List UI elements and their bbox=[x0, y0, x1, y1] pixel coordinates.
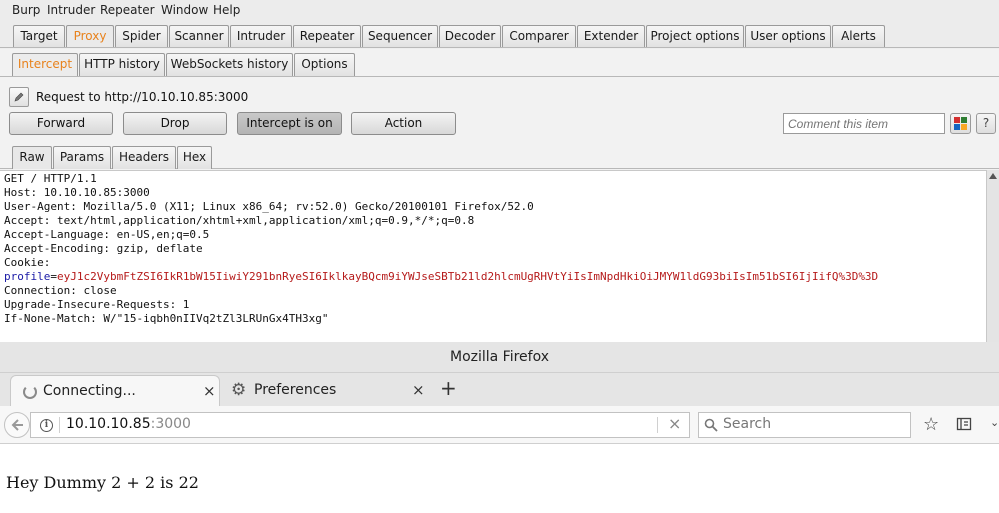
site-info-icon[interactable]: i bbox=[40, 419, 53, 432]
request-text[interactable]: GET / HTTP/1.1 Host: 10.10.10.85:3000 Us… bbox=[4, 172, 878, 326]
connection-header: Connection: close bbox=[4, 284, 117, 297]
url-port: :3000 bbox=[150, 416, 191, 432]
accept-header: Accept: text/html,application/xhtml+xml,… bbox=[4, 214, 475, 227]
host-header: Host: 10.10.10.85:3000 bbox=[4, 186, 150, 199]
request-target-label: Request to http://10.10.10.85:3000 bbox=[36, 90, 249, 104]
accept-encoding-header: Accept-Encoding: gzip, deflate bbox=[4, 242, 203, 255]
help-button[interactable]: ? bbox=[976, 113, 996, 134]
back-button[interactable] bbox=[4, 412, 30, 438]
burp-window: Burp Intruder Repeater Window Help Targe… bbox=[0, 0, 999, 342]
tab-http-history[interactable]: HTTP history bbox=[79, 53, 165, 76]
comment-input[interactable] bbox=[783, 113, 945, 134]
browser-tab-strip: Connecting... × ⚙ Preferences × + bbox=[0, 373, 999, 406]
tab-extender[interactable]: Extender bbox=[577, 25, 645, 47]
tab-sequencer[interactable]: Sequencer bbox=[362, 25, 438, 47]
user-agent-header: User-Agent: Mozilla/5.0 (X11; Linux x86_… bbox=[4, 200, 534, 213]
new-tab-button[interactable]: + bbox=[440, 373, 457, 404]
page-body-text: Hey Dummy 2 + 2 is 22 bbox=[6, 473, 199, 492]
menu-intruder[interactable]: Intruder bbox=[47, 3, 95, 17]
tab-comparer[interactable]: Comparer bbox=[502, 25, 576, 47]
url-host: 10.10.10.85 bbox=[66, 416, 151, 432]
search-bar[interactable]: Search bbox=[698, 412, 911, 438]
tab-repeater[interactable]: Repeater bbox=[293, 25, 361, 47]
drop-button[interactable]: Drop bbox=[123, 112, 227, 135]
request-editor[interactable]: GET / HTTP/1.1 Host: 10.10.10.85:3000 Us… bbox=[0, 170, 986, 342]
tab-user-options[interactable]: User options bbox=[745, 25, 831, 47]
upgrade-insecure-header: Upgrade-Insecure-Requests: 1 bbox=[4, 298, 190, 311]
firefox-window: Mozilla Firefox Connecting... × ⚙ Prefer… bbox=[0, 342, 999, 513]
menu-window[interactable]: Window bbox=[161, 3, 208, 17]
main-tab-bar: Target Proxy Spider Scanner Intruder Rep… bbox=[0, 22, 999, 48]
action-button[interactable]: Action bbox=[351, 112, 456, 135]
url-separator bbox=[59, 417, 60, 433]
tab-intruder[interactable]: Intruder bbox=[230, 25, 292, 47]
close-icon[interactable]: × bbox=[203, 376, 216, 407]
tab-headers[interactable]: Headers bbox=[112, 146, 176, 169]
tab-target[interactable]: Target bbox=[13, 25, 65, 47]
proxy-tab-bar: Intercept HTTP history WebSockets histor… bbox=[0, 49, 999, 77]
search-placeholder: Search bbox=[723, 416, 772, 432]
tab-spider[interactable]: Spider bbox=[115, 25, 168, 47]
proxy-panel: Intercept HTTP history WebSockets histor… bbox=[0, 49, 999, 342]
tab-options[interactable]: Options bbox=[294, 53, 355, 76]
tab-title: Connecting... bbox=[43, 383, 136, 399]
page-content: Hey Dummy 2 + 2 is 22 bbox=[0, 445, 999, 513]
search-icon bbox=[704, 418, 718, 432]
url-bar[interactable]: i 10.10.10.85:3000 × bbox=[30, 412, 690, 438]
cookie-value: eyJ1c2VybmFtZSI6IkR1bW15IiwiY291bnRyeSI6… bbox=[56, 270, 879, 283]
url-text[interactable]: 10.10.10.85:3000 bbox=[66, 416, 191, 432]
url-separator bbox=[657, 417, 658, 433]
tab-decoder[interactable]: Decoder bbox=[439, 25, 501, 47]
request-line: GET / HTTP/1.1 bbox=[4, 172, 97, 185]
close-icon[interactable]: × bbox=[412, 375, 425, 406]
menu-bar: Burp Intruder Repeater Window Help bbox=[0, 0, 999, 22]
tab-websockets-history[interactable]: WebSockets history bbox=[166, 53, 293, 76]
pencil-icon[interactable] bbox=[9, 87, 29, 107]
tab-proxy[interactable]: Proxy bbox=[66, 25, 114, 47]
scroll-up-icon[interactable] bbox=[989, 173, 997, 179]
tab-project-options[interactable]: Project options bbox=[646, 25, 744, 47]
navigation-toolbar: i 10.10.10.85:3000 × Search ☆ ⌄ bbox=[0, 406, 999, 444]
message-view-tab-bar: Raw Params Headers Hex bbox=[0, 145, 999, 169]
loading-spinner-icon bbox=[23, 385, 37, 399]
intercept-toggle-button[interactable]: Intercept is on bbox=[237, 112, 342, 135]
editor-scrollbar[interactable] bbox=[986, 170, 999, 342]
request-target-row: Request to http://10.10.10.85:3000 bbox=[9, 87, 248, 107]
chevron-down-icon[interactable]: ⌄ bbox=[990, 416, 999, 429]
tab-preferences[interactable]: ⚙ Preferences × bbox=[222, 375, 434, 406]
menu-burp[interactable]: Burp bbox=[12, 3, 40, 17]
window-title: Mozilla Firefox bbox=[0, 342, 999, 373]
cookie-name: profile bbox=[4, 270, 51, 283]
cookie-header: Cookie: bbox=[4, 256, 51, 269]
bookmark-star-icon[interactable]: ☆ bbox=[923, 414, 939, 435]
gear-icon: ⚙ bbox=[231, 380, 247, 400]
tab-title: Preferences bbox=[254, 382, 337, 398]
forward-button[interactable]: Forward bbox=[9, 112, 113, 135]
tab-alerts[interactable]: Alerts bbox=[832, 25, 885, 47]
highlight-color-icon[interactable] bbox=[950, 113, 971, 134]
tab-intercept[interactable]: Intercept bbox=[12, 53, 78, 76]
tab-connecting[interactable]: Connecting... × bbox=[10, 375, 220, 406]
tab-raw[interactable]: Raw bbox=[12, 146, 52, 169]
menu-help[interactable]: Help bbox=[213, 3, 240, 17]
stop-icon[interactable]: × bbox=[668, 414, 681, 433]
tab-scanner[interactable]: Scanner bbox=[169, 25, 229, 47]
tab-hex[interactable]: Hex bbox=[177, 146, 212, 169]
tab-params[interactable]: Params bbox=[53, 146, 111, 169]
cookie-equals: = bbox=[50, 270, 57, 283]
accept-language-header: Accept-Language: en-US,en;q=0.5 bbox=[4, 228, 210, 241]
back-arrow-icon bbox=[11, 419, 23, 431]
menu-repeater[interactable]: Repeater bbox=[100, 3, 155, 17]
library-icon[interactable] bbox=[956, 416, 972, 435]
if-none-match-header: If-None-Match: W/"15-iqbh0nIIVq2tZl3LRUn… bbox=[4, 312, 329, 325]
